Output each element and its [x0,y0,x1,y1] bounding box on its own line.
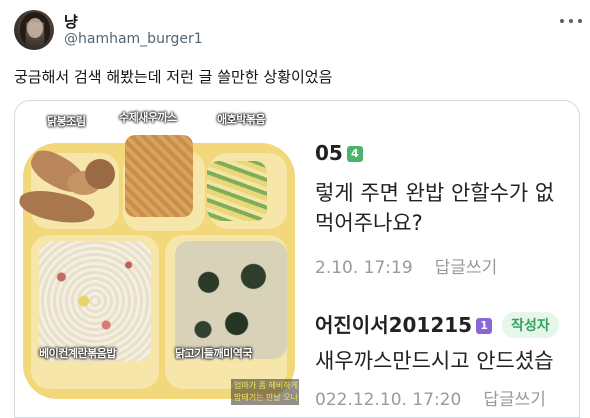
reply-meta: 022.12.10. 17:20 답글쓰기 [315,385,546,410]
comment-text: 먹어주나요? [315,211,423,235]
food-label: 닭고기들깨미역국 [175,347,252,360]
comment-number: 05 [315,141,343,165]
display-name[interactable]: 냥 [64,11,78,32]
comment-screenshot[interactable]: 05 4 렇게 주면 완밥 안할수가 없 먹어주나요? 2.10. 17:19 답글… [299,101,579,417]
level-badge: 4 [346,146,363,162]
avatar-face [27,18,43,38]
reply-date: 022.12.10. 17:20 [315,390,462,410]
food-label: 닭봉조림 [47,115,86,128]
food-label: 애호박볶음 [217,113,266,126]
food-label: 베이컨계란볶음밥 [39,347,116,360]
shrimp-cutlet [125,135,193,217]
reply-link: 답글쓰기 [483,390,546,410]
more-dot [560,19,564,23]
reply-text: 새우까스만드시고 안드셨습 [315,349,554,373]
comment-meta: 2.10. 17:19 답글쓰기 [315,253,497,278]
comment-text: 렇게 주면 완밥 안할수가 없 [315,181,555,205]
avatar[interactable] [14,10,54,50]
fried-rice [39,241,151,361]
user-handle[interactable]: @hamham_burger1 [64,31,203,47]
comment-date: 2.10. 17:19 [315,258,413,278]
food-label: 수제새우까스 [119,111,177,124]
seaweed-soup [175,241,287,359]
reply-author-row: 어진이서201215 1 작성자 [315,309,559,338]
mushroom [85,159,115,189]
zucchini-stirfry [207,161,267,221]
tweet-text: 궁금해서 검색 해봤는데 저런 글 쓸만한 상황이었음 [14,68,333,86]
lunch-tray-photo[interactable]: 닭봉조림 수제새우까스 애호박볶음 베이컨계란볶음밥 닭고기들깨미역국 엄마가 … [15,101,299,417]
author-tag: 작성자 [502,312,559,338]
reply-link: 답글쓰기 [434,258,498,278]
more-horizontal-icon[interactable] [560,12,582,30]
more-dot [578,19,582,23]
comment-header: 05 4 [315,141,363,165]
more-dot [569,19,573,23]
tweet-media[interactable]: 닭봉조림 수제새우까스 애호박볶음 베이컨계란볶음밥 닭고기들깨미역국 엄마가 … [14,100,580,418]
photo-caption: 엄마가 좀 헤비하게 밥태기는 만날 오나 [231,379,299,405]
reply-author: 어진이서201215 [315,313,473,337]
level-badge: 1 [476,318,493,334]
